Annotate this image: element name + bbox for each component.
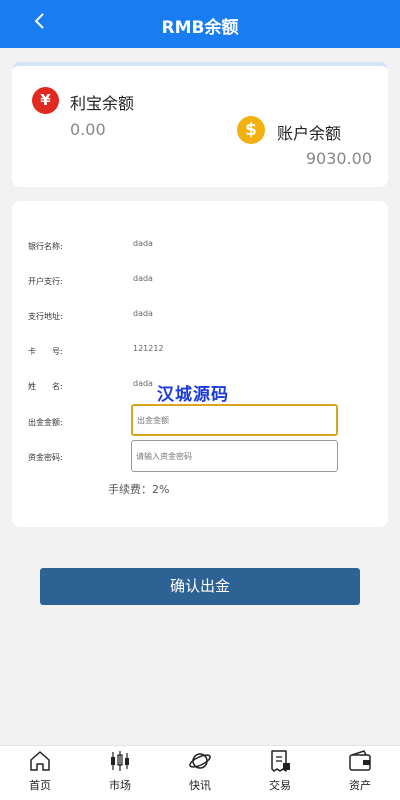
- amount-input[interactable]: [131, 404, 338, 436]
- bottom-tab-bar: 首页 市场 快讯 交易 资产: [0, 745, 400, 800]
- fee-text: 手续费：2%: [108, 483, 170, 496]
- tab-assets-label: 资产: [349, 779, 371, 792]
- header-bar: RMB余额: [0, 0, 400, 48]
- libao-balance-value: 0.00: [70, 120, 106, 139]
- tab-home-label: 首页: [29, 779, 51, 792]
- account-balance-label: 账户余额: [277, 124, 342, 143]
- account-balance-value: 9030.00: [305, 149, 372, 168]
- tab-market-label: 市场: [109, 779, 131, 792]
- libao-balance-label: 利宝余额: [70, 94, 135, 113]
- tab-market[interactable]: 市场: [80, 746, 160, 800]
- branch-address-label: 支行地址:: [28, 312, 63, 321]
- withdraw-form-card: 银行名称: dada 开户支行: dada 支行地址: dada 卡 号: 12…: [12, 201, 388, 527]
- branch-address-value: dada: [133, 309, 153, 318]
- tab-trade-label: 交易: [269, 779, 291, 792]
- balance-card: ¥ 利宝余额 0.00 $ 账户余额 9030.00: [12, 62, 388, 187]
- fund-password-label: 资金密码:: [28, 453, 63, 462]
- bank-name-label: 银行名称:: [28, 242, 63, 251]
- wallet-icon: [349, 750, 371, 771]
- confirm-withdraw-button[interactable]: 确认出金: [40, 568, 360, 605]
- tab-news[interactable]: 快讯: [160, 746, 240, 800]
- holder-name-label: 姓 名:: [28, 382, 63, 391]
- card-number-value: 121212: [133, 344, 164, 353]
- tab-news-label: 快讯: [189, 779, 211, 792]
- page-title: RMB余额: [161, 18, 239, 38]
- yuan-icon: ¥: [32, 87, 59, 114]
- dollar-coin-icon: $: [237, 116, 265, 144]
- tab-home[interactable]: 首页: [0, 746, 80, 800]
- holder-name-value: dada: [133, 379, 153, 388]
- receipt-icon: [271, 750, 290, 772]
- watermark-text: 汉城源码: [157, 385, 229, 405]
- card-number-label: 卡 号:: [28, 347, 63, 356]
- branch-label: 开户支行:: [28, 277, 63, 286]
- fund-password-input[interactable]: [131, 440, 338, 472]
- bank-name-value: dada: [133, 239, 153, 248]
- home-icon: [30, 751, 50, 771]
- tab-trade[interactable]: 交易: [240, 746, 320, 800]
- candlestick-icon: [111, 751, 129, 771]
- tab-assets[interactable]: 资产: [320, 746, 400, 800]
- branch-value: dada: [133, 274, 153, 283]
- amount-label: 出金金额:: [28, 418, 63, 427]
- planet-icon: [189, 753, 211, 769]
